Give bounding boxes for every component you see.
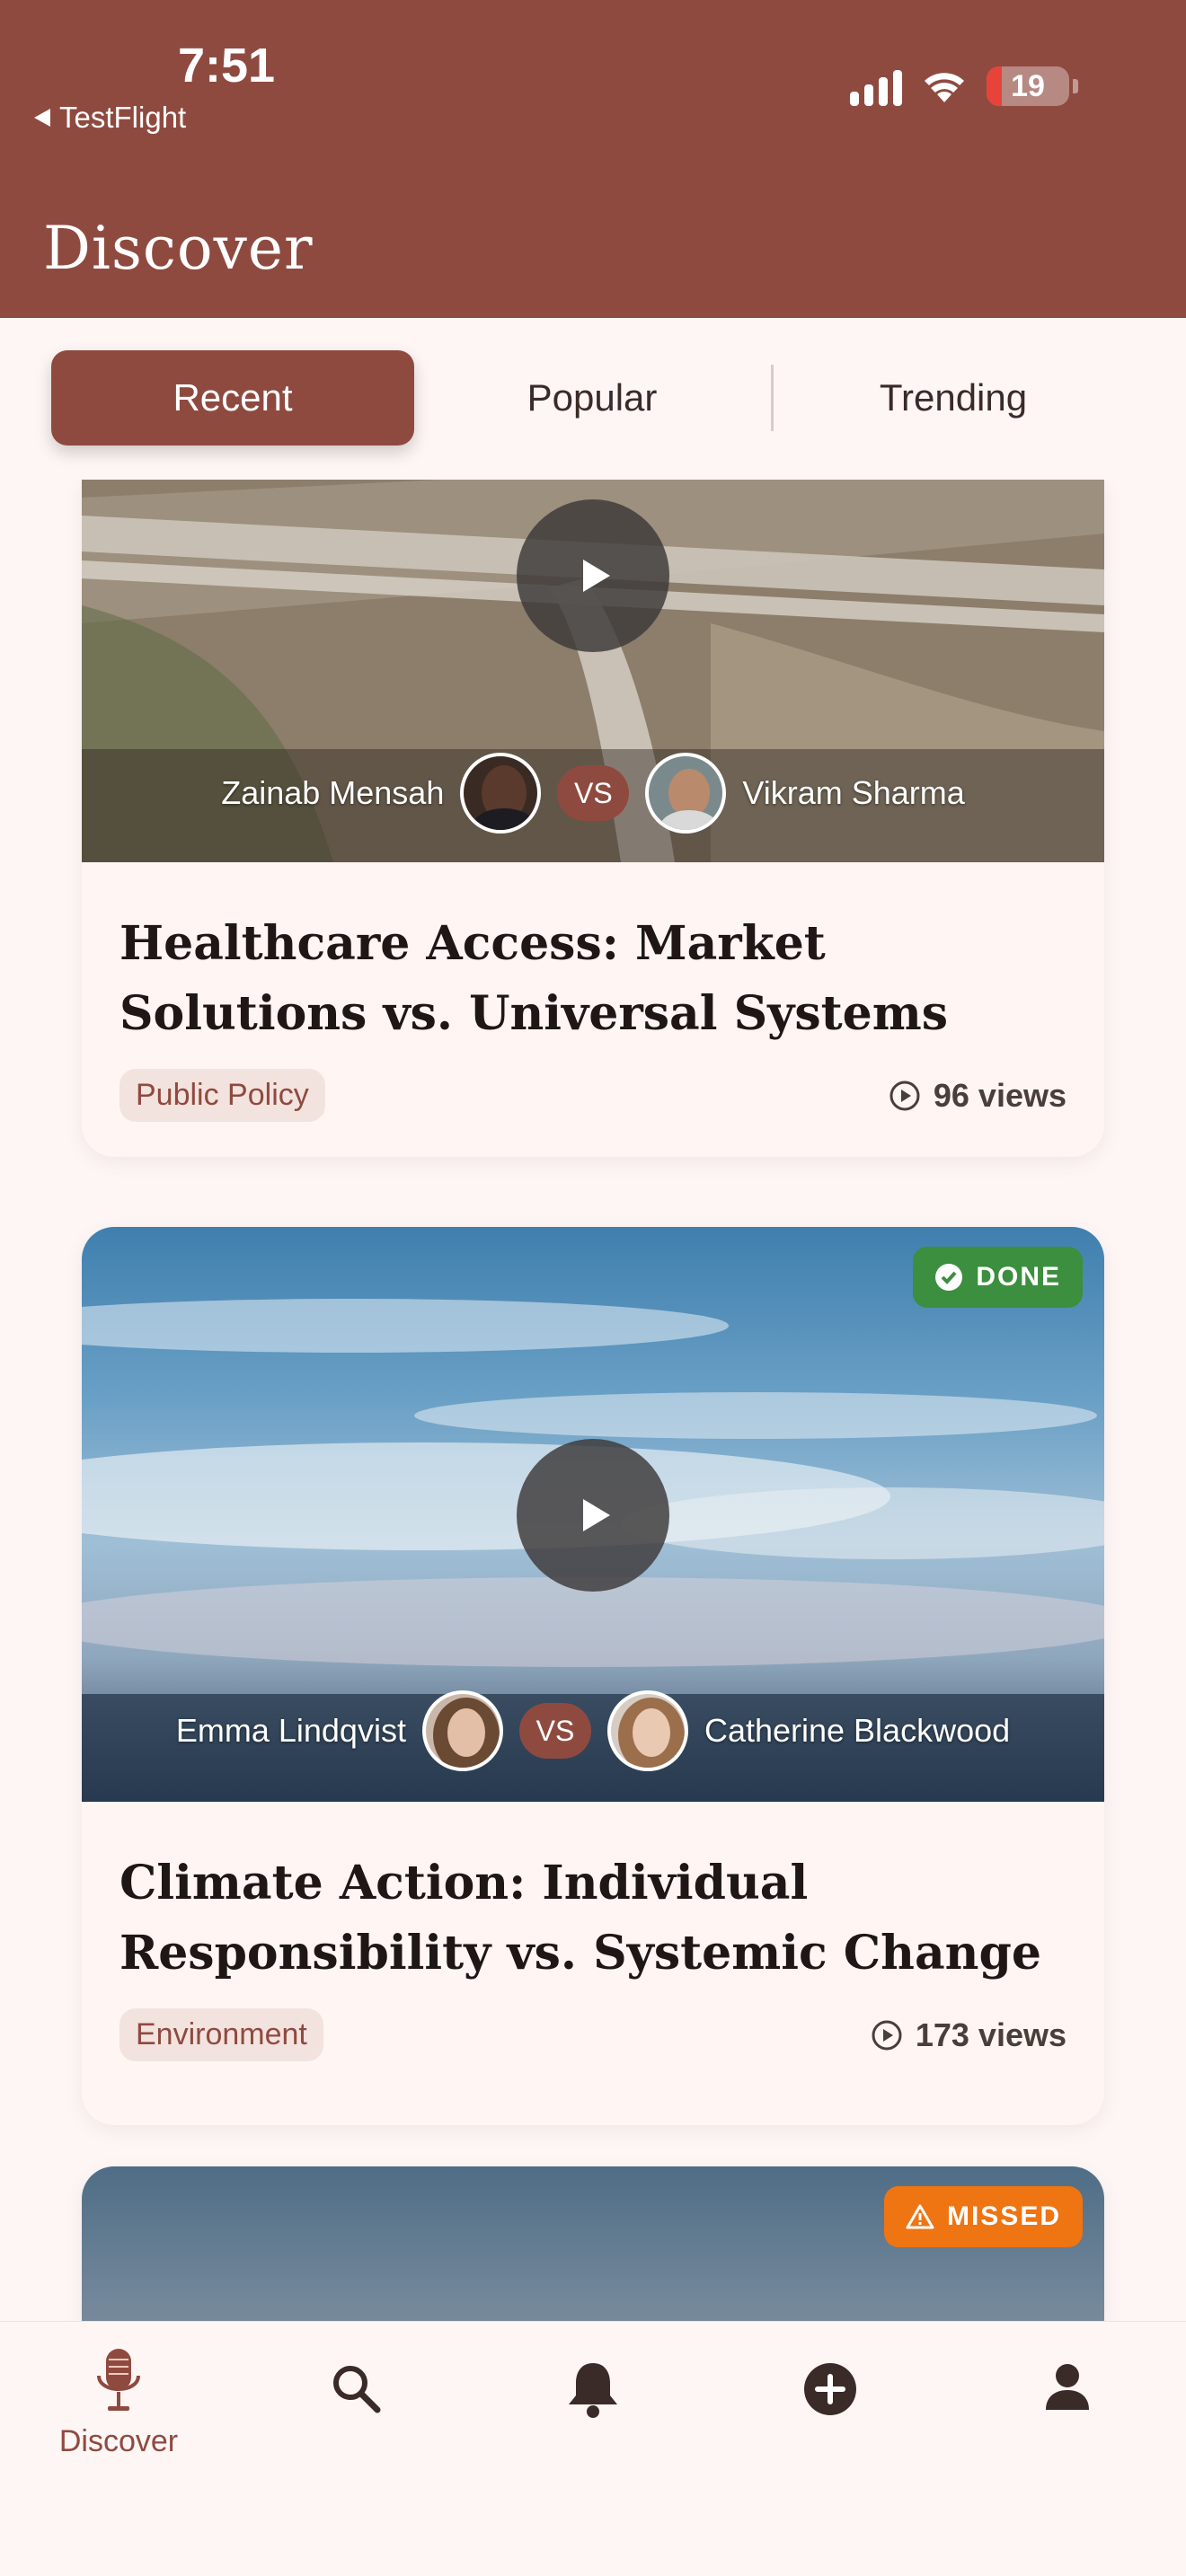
play-icon: [583, 560, 610, 592]
status-badge-done: DONE: [913, 1247, 1083, 1308]
view-count-label: 173 views: [915, 2016, 1067, 2053]
debater-right-avatar[interactable]: [606, 1690, 688, 1771]
debate-thumbnail[interactable]: MISSED: [82, 2166, 1104, 2321]
back-to-testflight[interactable]: TestFlight: [34, 101, 186, 135]
debater-left-name: Emma Lindqvist: [175, 1712, 406, 1749]
debater-right-name: Vikram Sharma: [742, 774, 965, 811]
warning-icon: [906, 2204, 934, 2229]
tab-recent[interactable]: Recent: [51, 350, 414, 446]
microphone-icon: [97, 2349, 140, 2411]
vs-badge: VS: [557, 765, 630, 821]
view-count-label: 96 views: [933, 1076, 1067, 1114]
category-tag[interactable]: Public Policy: [119, 1069, 325, 1122]
debater-left-name: Zainab Mensah: [221, 774, 445, 811]
check-circle-icon: [935, 1264, 963, 1291]
person-icon: [1046, 2364, 1089, 2410]
nav-create[interactable]: [758, 2361, 902, 2417]
status-time: 7:51: [178, 39, 276, 93]
status-label: DONE: [976, 1262, 1061, 1292]
cellular-signal-icon: [850, 66, 902, 106]
debater-right-avatar[interactable]: [645, 753, 727, 834]
bottom-navigation: Discover: [0, 2321, 1186, 2576]
play-circle-icon: [890, 1081, 920, 1110]
tab-bar: Recent Popular Trending: [0, 318, 1186, 480]
debate-thumbnail[interactable]: DONE Emma Lindqvist VS Catherine Blackwo…: [82, 1227, 1104, 1802]
card-body: Healthcare Access: Market Solutions vs. …: [82, 862, 1104, 1122]
add-circle-icon: [804, 2363, 856, 2415]
card-meta: Environment 173 views: [119, 2008, 1067, 2061]
category-tag[interactable]: Environment: [119, 2008, 323, 2061]
tab-trending[interactable]: Trending: [773, 350, 1134, 446]
debaters-row: Zainab Mensah VS Vikram Sharma: [82, 753, 1104, 834]
search-icon: [333, 2366, 381, 2413]
card-meta: Public Policy 96 views: [119, 1069, 1067, 1122]
debate-card[interactable]: MISSED: [82, 2166, 1104, 2321]
debate-feed[interactable]: Zainab Mensah VS Vikram Sharma Healthcar…: [0, 480, 1186, 2321]
status-badge-missed: MISSED: [883, 2186, 1083, 2247]
debate-title[interactable]: Healthcare Access: Market Solutions vs. …: [119, 909, 1067, 1049]
nav-discover-label: Discover: [58, 2424, 179, 2458]
back-arrow-icon: [34, 109, 50, 127]
vs-badge: VS: [518, 1703, 591, 1759]
nav-search[interactable]: [284, 2361, 428, 2415]
wifi-icon: [925, 73, 964, 102]
debater-left-avatar[interactable]: [460, 753, 542, 834]
nav-profile[interactable]: [996, 2361, 1139, 2412]
play-icon: [583, 1499, 610, 1531]
nav-discover[interactable]: Discover: [47, 2347, 190, 2459]
battery-tip: [1073, 79, 1078, 93]
debater-left-avatar[interactable]: [421, 1690, 503, 1771]
play-button[interactable]: [517, 1439, 669, 1592]
debater-right-name: Catherine Blackwood: [704, 1712, 1011, 1749]
view-count: 173 views: [871, 2016, 1067, 2054]
debate-card[interactable]: DONE Emma Lindqvist VS Catherine Blackwo…: [82, 1227, 1104, 2125]
play-button[interactable]: [517, 499, 669, 652]
battery-level: 19: [1011, 68, 1045, 103]
status-label: MISSED: [946, 2201, 1061, 2231]
debate-title[interactable]: Climate Action: Individual Responsibilit…: [119, 1848, 1067, 1989]
debate-card[interactable]: Zainab Mensah VS Vikram Sharma Healthcar…: [82, 480, 1104, 1157]
bell-icon: [569, 2363, 617, 2418]
app-header: 7:51 TestFlight 19 Discover: [0, 0, 1186, 318]
tab-popular[interactable]: Popular: [412, 350, 773, 446]
view-count: 96 views: [889, 1077, 1067, 1115]
card-body: Climate Action: Individual Responsibilit…: [82, 1802, 1104, 2061]
nav-notifications[interactable]: [521, 2360, 665, 2419]
back-app-label: TestFlight: [59, 101, 187, 134]
page-title: Discover: [43, 214, 314, 283]
status-icons: 19: [850, 66, 1078, 106]
debate-thumbnail[interactable]: Zainab Mensah VS Vikram Sharma: [82, 480, 1104, 862]
debaters-row: Emma Lindqvist VS Catherine Blackwood: [82, 1690, 1104, 1771]
battery-indicator: 19: [987, 66, 1069, 106]
play-circle-icon: [872, 2020, 902, 2050]
